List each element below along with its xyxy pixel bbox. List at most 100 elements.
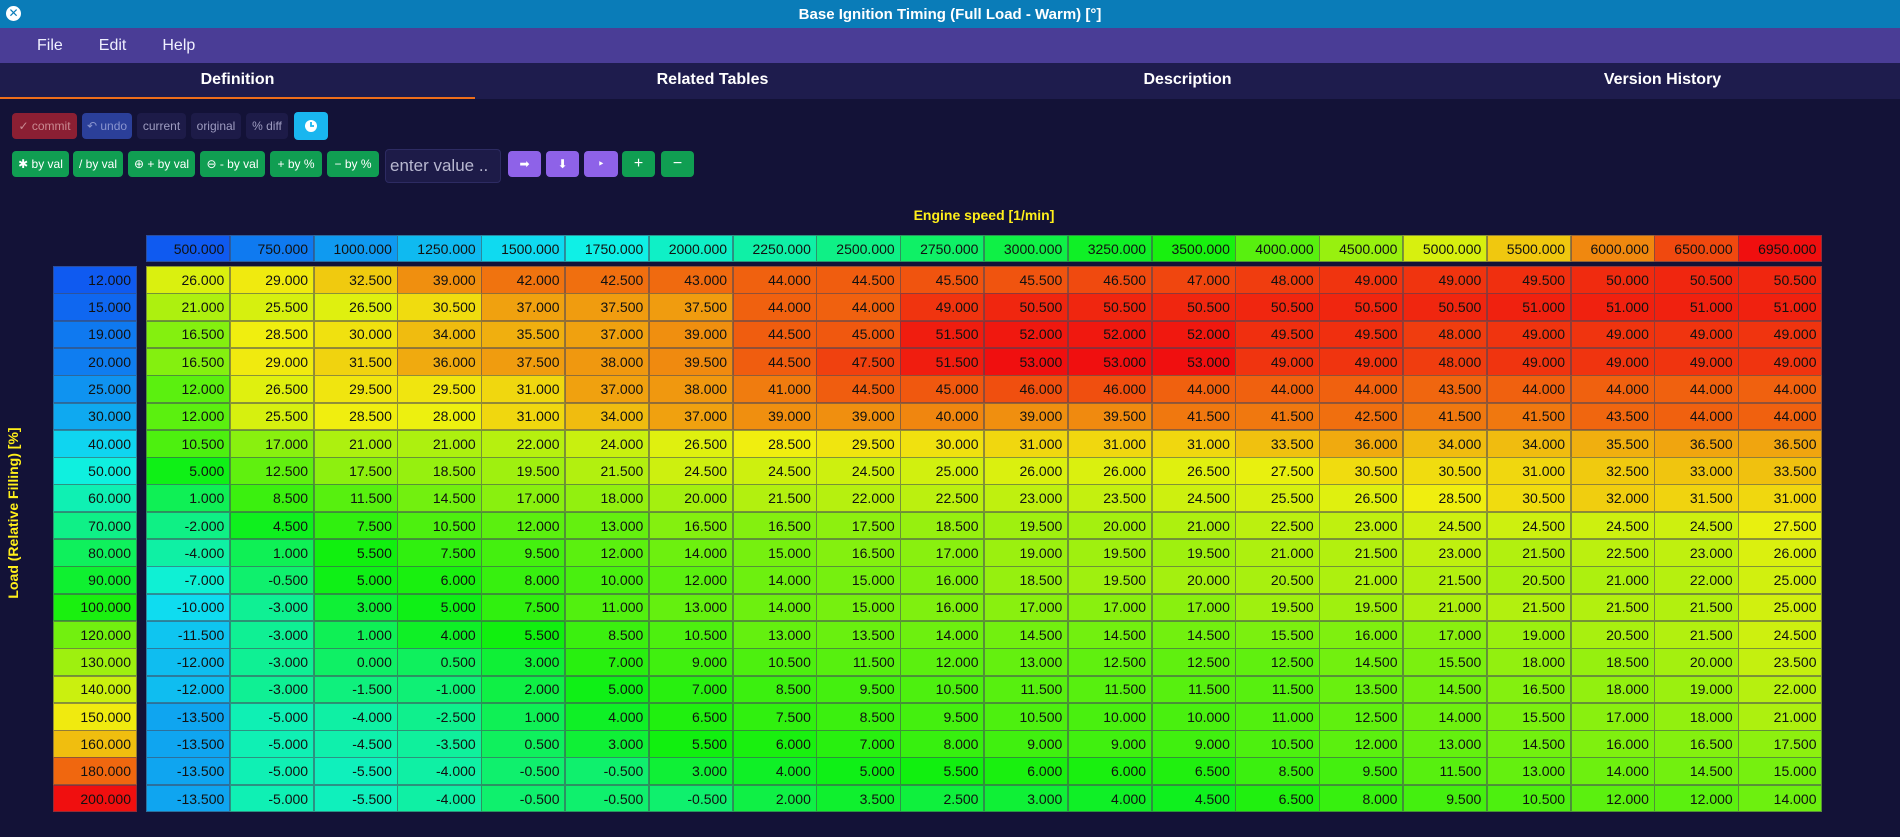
multiply-by-value-button[interactable]: ✱ by val <box>12 151 69 177</box>
table-cell[interactable]: 49.000 <box>1403 266 1488 294</box>
table-cell[interactable]: 44.500 <box>732 320 817 349</box>
table-cell[interactable]: 40.000 <box>900 402 985 431</box>
table-cell[interactable]: 21.000 <box>1570 566 1655 595</box>
table-cell[interactable]: 38.000 <box>648 375 734 403</box>
table-cell[interactable]: 22.000 <box>481 429 566 458</box>
table-cell[interactable]: 49.000 <box>1570 347 1655 376</box>
table-cell[interactable]: 26.000 <box>146 266 231 294</box>
table-cell[interactable]: 28.500 <box>1403 484 1488 513</box>
y-axis-cell[interactable]: 140.000 <box>53 675 137 704</box>
y-axis-cell[interactable]: 120.000 <box>53 620 137 649</box>
x-axis-cell[interactable]: 5500.000 <box>1486 235 1572 262</box>
y-axis-cell[interactable]: 20.000 <box>53 347 137 376</box>
table-cell[interactable]: 5.500 <box>313 539 398 567</box>
table-cell[interactable]: -11.500 <box>146 620 231 649</box>
x-axis-cell[interactable]: 3500.000 <box>1151 235 1236 262</box>
table-cell[interactable]: 16.500 <box>146 320 231 349</box>
table-cell[interactable]: 3.000 <box>313 593 398 622</box>
table-cell[interactable]: 24.500 <box>1570 511 1655 540</box>
y-axis-cell[interactable]: 15.000 <box>53 293 137 322</box>
table-cell[interactable]: 49.000 <box>1486 347 1572 376</box>
table-cell[interactable]: 11.500 <box>1235 675 1320 704</box>
table-cell[interactable]: 44.000 <box>1151 375 1236 403</box>
table-cell[interactable]: 24.500 <box>648 457 734 485</box>
table-cell[interactable]: -5.000 <box>229 784 315 813</box>
table-cell[interactable]: 19.500 <box>1319 593 1404 622</box>
table-cell[interactable]: 24.500 <box>816 457 901 485</box>
table-cell[interactable]: -13.500 <box>146 757 231 786</box>
table-cell[interactable]: 23.500 <box>1067 484 1153 513</box>
table-cell[interactable]: -0.500 <box>481 784 566 813</box>
table-cell[interactable]: 14.500 <box>1151 620 1236 649</box>
table-cell[interactable]: 46.000 <box>1067 375 1153 403</box>
table-cell[interactable]: 14.000 <box>732 566 817 595</box>
table-cell[interactable]: 31.500 <box>313 347 398 376</box>
table-cell[interactable]: 31.000 <box>1486 457 1572 485</box>
table-cell[interactable]: 29.000 <box>229 347 315 376</box>
y-axis-cell[interactable]: 40.000 <box>53 429 137 458</box>
table-cell[interactable]: 17.000 <box>1067 593 1153 622</box>
table-cell[interactable]: -12.000 <box>146 648 231 676</box>
table-cell[interactable]: 22.500 <box>900 484 985 513</box>
table-cell[interactable]: 21.500 <box>565 457 650 485</box>
table-cell[interactable]: 26.000 <box>1067 457 1153 485</box>
table-cell[interactable]: 25.000 <box>1738 593 1823 622</box>
subtract-by-value-button[interactable]: ⊖ - by val <box>200 151 265 177</box>
table-cell[interactable]: 14.000 <box>900 620 985 649</box>
table-cell[interactable]: 3.000 <box>648 757 734 786</box>
table-cell[interactable]: 16.000 <box>1319 620 1404 649</box>
increment-button[interactable]: + <box>622 151 655 177</box>
table-cell[interactable]: 17.000 <box>900 539 985 567</box>
table-cell[interactable]: 49.000 <box>1319 266 1404 294</box>
tab-related-tables[interactable]: Related Tables <box>475 63 950 99</box>
x-axis-cell[interactable]: 4500.000 <box>1319 235 1404 262</box>
table-cell[interactable]: -5.000 <box>229 757 315 786</box>
table-cell[interactable]: -5.500 <box>313 784 398 813</box>
view-percent-diff-button[interactable]: % diff <box>246 113 288 139</box>
table-cell[interactable]: 10.500 <box>648 620 734 649</box>
table-cell[interactable]: 44.000 <box>1654 375 1739 403</box>
y-axis-cell[interactable]: 60.000 <box>53 484 137 513</box>
table-cell[interactable]: 6.000 <box>732 730 817 758</box>
table-cell[interactable]: 28.500 <box>732 429 817 458</box>
table-cell[interactable]: -5.500 <box>313 757 398 786</box>
table-cell[interactable]: 16.500 <box>648 511 734 540</box>
table-cell[interactable]: 5.500 <box>481 620 566 649</box>
table-cell[interactable]: 12.000 <box>146 375 231 403</box>
table-cell[interactable]: 48.000 <box>1235 266 1320 294</box>
table-cell[interactable]: 10.500 <box>1235 730 1320 758</box>
table-cell[interactable]: 5.000 <box>565 675 650 704</box>
table-cell[interactable]: 11.000 <box>565 593 650 622</box>
table-cell[interactable]: 45.000 <box>900 375 985 403</box>
table-cell[interactable]: 17.000 <box>1151 593 1236 622</box>
table-cell[interactable]: 23.000 <box>1319 511 1404 540</box>
table-cell[interactable]: -2.000 <box>146 511 231 540</box>
table-cell[interactable]: 11.000 <box>1235 702 1320 731</box>
table-cell[interactable]: 44.000 <box>1235 375 1320 403</box>
table-cell[interactable]: 17.000 <box>229 429 315 458</box>
table-cell[interactable]: 8.500 <box>1235 757 1320 786</box>
table-cell[interactable]: 17.000 <box>481 484 566 513</box>
y-axis-cell[interactable]: 180.000 <box>53 757 137 786</box>
table-cell[interactable]: 6.000 <box>397 566 482 595</box>
table-cell[interactable]: 7.000 <box>565 648 650 676</box>
table-cell[interactable]: 50.500 <box>1403 293 1488 322</box>
table-cell[interactable]: 18.500 <box>900 511 985 540</box>
table-cell[interactable]: 12.500 <box>1319 702 1404 731</box>
table-cell[interactable]: 1.000 <box>481 702 566 731</box>
table-cell[interactable]: 44.500 <box>816 266 901 294</box>
table-cell[interactable]: -0.500 <box>481 757 566 786</box>
table-cell[interactable]: 7.500 <box>313 511 398 540</box>
table-cell[interactable]: 10.500 <box>984 702 1069 731</box>
x-axis-cell[interactable]: 5000.000 <box>1403 235 1488 262</box>
table-cell[interactable]: 20.500 <box>1235 566 1320 595</box>
y-axis-cell[interactable]: 70.000 <box>53 511 137 540</box>
table-cell[interactable]: -3.500 <box>397 730 482 758</box>
table-cell[interactable]: 10.000 <box>1151 702 1236 731</box>
table-cell[interactable]: 31.000 <box>1067 429 1153 458</box>
table-cell[interactable]: 21.000 <box>1319 566 1404 595</box>
table-cell[interactable]: 10.500 <box>732 648 817 676</box>
table-cell[interactable]: 20.000 <box>648 484 734 513</box>
table-cell[interactable]: 7.500 <box>732 702 817 731</box>
table-cell[interactable]: 26.500 <box>229 375 315 403</box>
